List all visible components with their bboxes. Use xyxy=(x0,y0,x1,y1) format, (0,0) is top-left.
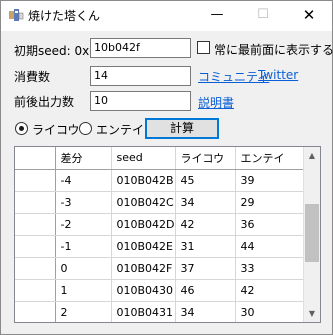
table-row[interactable]: -3 010B042C 34 29 xyxy=(15,191,312,214)
table-cell[interactable]: 2 xyxy=(55,301,112,322)
row-header-cell[interactable] xyxy=(15,257,56,280)
scroll-down-arrow-icon[interactable]: ▼ xyxy=(304,305,320,322)
radio-entei[interactable] xyxy=(79,122,92,135)
table-cell[interactable]: 34 xyxy=(175,191,236,214)
table-cell[interactable]: 010B042E xyxy=(111,235,176,258)
table-cell[interactable]: 010B042F xyxy=(111,257,176,280)
table-cell[interactable]: 42 xyxy=(175,213,236,236)
row-header-cell[interactable] xyxy=(15,213,56,236)
table-cell[interactable]: 31 xyxy=(175,235,236,258)
radio-raikou[interactable] xyxy=(15,122,28,135)
row-header-cell[interactable] xyxy=(15,301,56,322)
table-cell[interactable]: 42 xyxy=(235,279,312,302)
column-header-seed[interactable]: seed xyxy=(111,147,176,170)
table-cell[interactable]: -4 xyxy=(55,169,112,192)
seed-label: 初期seed: 0x xyxy=(14,44,90,58)
always-on-top-checkbox[interactable] xyxy=(197,41,210,54)
vertical-scrollbar[interactable]: ▲ ▼ xyxy=(303,147,320,322)
table-row[interactable]: -2 010B042D 42 36 xyxy=(15,213,312,236)
table-cell[interactable]: 1 xyxy=(55,279,112,302)
gear-icon xyxy=(9,9,24,21)
table-cell[interactable]: 39 xyxy=(235,169,312,192)
app-window: 焼けた塔くん — ☐ ✕ 初期seed: 0x 10b042f 常に最前面に表示… xyxy=(0,0,333,335)
table-cell[interactable]: 36 xyxy=(235,213,312,236)
table-cell[interactable]: 30 xyxy=(235,301,312,322)
row-header-cell[interactable] xyxy=(15,235,56,258)
table-cell[interactable]: 010B042D xyxy=(111,213,176,236)
title-bar[interactable]: 焼けた塔くん — ☐ ✕ xyxy=(1,1,332,31)
results-grid[interactable]: 差分 seed ライコウ エンテイ -4 010B042B 45 39 -3 010B04… xyxy=(14,146,321,323)
scroll-up-arrow-icon[interactable]: ▲ xyxy=(304,147,320,164)
calculate-button[interactable]: 計算 xyxy=(145,118,219,139)
table-cell[interactable]: 33 xyxy=(235,257,312,280)
table-row[interactable]: 0 010B042F 37 33 xyxy=(15,257,312,280)
consumption-label: 消費数 xyxy=(14,70,51,84)
row-header-cell[interactable] xyxy=(15,279,56,302)
manual-link[interactable]: 説明書 xyxy=(198,94,234,111)
table-row[interactable]: -4 010B042B 45 39 xyxy=(15,169,312,192)
row-header-cell[interactable] xyxy=(15,169,56,192)
table-header-row: 差分 seed ライコウ エンテイ xyxy=(15,147,312,170)
table-row[interactable]: -1 010B042E 31 44 xyxy=(15,235,312,258)
consumption-input[interactable]: 14 xyxy=(90,66,191,86)
table-cell[interactable]: -2 xyxy=(55,213,112,236)
radio-entei-label[interactable]: エンテイ xyxy=(96,121,144,138)
table-cell[interactable]: -1 xyxy=(55,235,112,258)
row-header-corner xyxy=(15,147,56,170)
table-row[interactable]: 2 010B0431 34 30 xyxy=(15,301,312,322)
table-cell[interactable]: 44 xyxy=(235,235,312,258)
table-cell[interactable]: 46 xyxy=(175,279,236,302)
table-cell[interactable]: 45 xyxy=(175,169,236,192)
table-cell[interactable]: 010B042B xyxy=(111,169,176,192)
table-cell[interactable]: -3 xyxy=(55,191,112,214)
table-cell[interactable]: 010B042C xyxy=(111,191,176,214)
table-cell[interactable]: 0 xyxy=(55,257,112,280)
column-header-raikou[interactable]: ライコウ xyxy=(175,147,236,170)
table-cell[interactable]: 29 xyxy=(235,191,312,214)
scrollbar-thumb[interactable] xyxy=(305,204,319,262)
table-cell[interactable]: 37 xyxy=(175,257,236,280)
table-cell[interactable]: 010B0430 xyxy=(111,279,176,302)
range-label: 前後出力数 xyxy=(14,95,75,109)
table-cell[interactable]: 010B0431 xyxy=(111,301,176,322)
table-cell[interactable]: 34 xyxy=(175,301,236,322)
column-header-entei[interactable]: エンテイ xyxy=(235,147,312,170)
radio-raikou-label[interactable]: ライコウ xyxy=(32,121,80,138)
window-title: 焼けた塔くん xyxy=(28,9,101,23)
column-header-diff[interactable]: 差分 xyxy=(55,147,112,170)
close-button[interactable]: ✕ xyxy=(286,1,332,31)
range-input[interactable]: 10 xyxy=(90,91,191,111)
seed-input[interactable]: 10b042f xyxy=(90,38,191,58)
maximize-button[interactable]: ☐ xyxy=(240,1,286,31)
always-on-top-label[interactable]: 常に最前面に表示する xyxy=(214,41,333,58)
twitter-link[interactable]: Twitter xyxy=(258,68,298,82)
row-header-cell[interactable] xyxy=(15,191,56,214)
results-table: 差分 seed ライコウ エンテイ -4 010B042B 45 39 -3 010B04… xyxy=(15,147,312,322)
table-row[interactable]: 1 010B0430 46 42 xyxy=(15,279,312,302)
minimize-button[interactable]: — xyxy=(194,1,240,31)
